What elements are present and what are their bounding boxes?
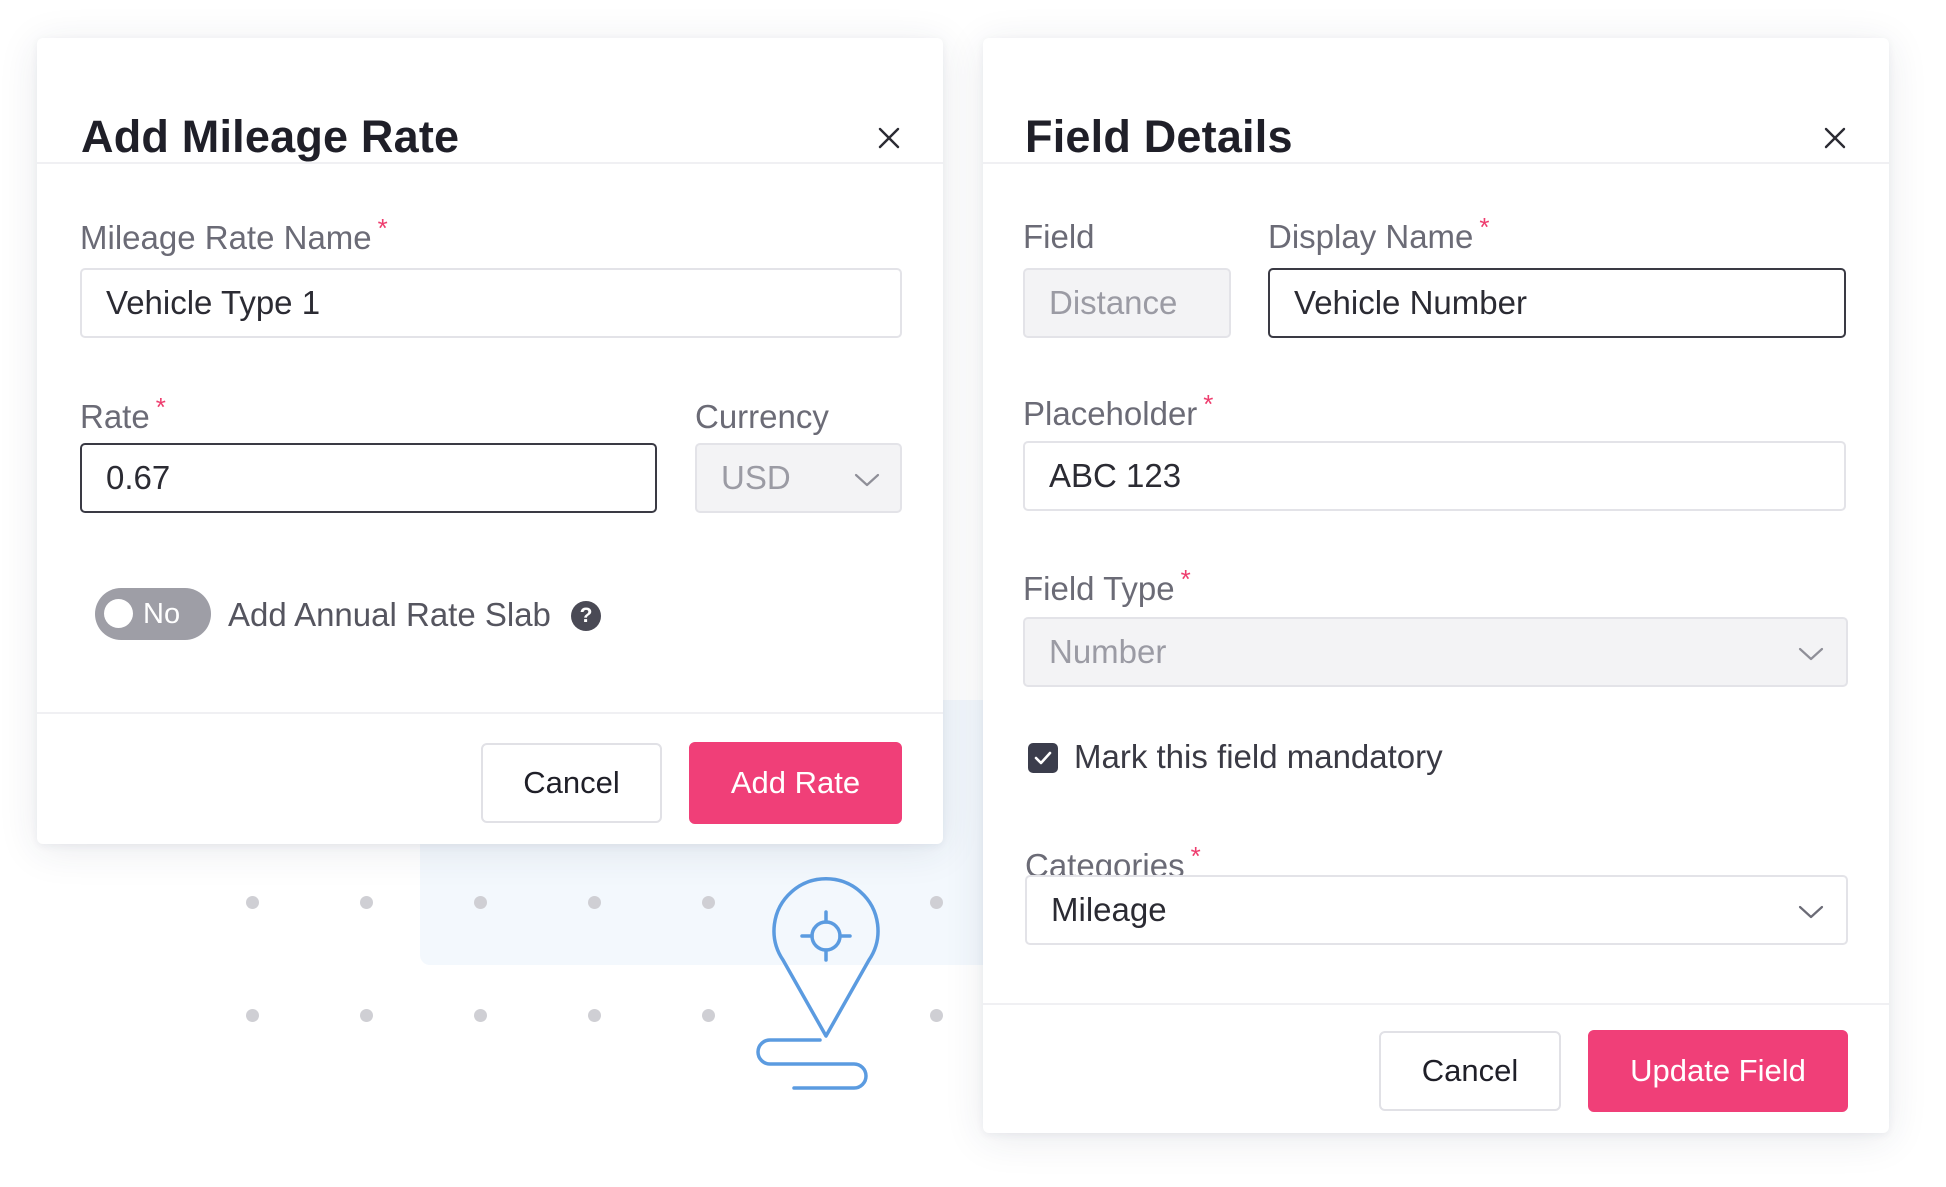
display-name-label: Display Name * xyxy=(1268,212,1490,255)
display-name-input[interactable]: Vehicle Number xyxy=(1268,268,1846,338)
field-details-dialog: Field Details Field Distance Display Nam… xyxy=(983,38,1889,1133)
placeholder-label: Placeholder * xyxy=(1023,389,1214,432)
close-button[interactable] xyxy=(1824,127,1846,149)
decor-dot xyxy=(702,896,715,909)
decor-dot xyxy=(474,1009,487,1022)
decor-dot xyxy=(360,896,373,909)
cancel-button[interactable]: Cancel xyxy=(481,743,662,823)
update-field-button[interactable]: Update Field xyxy=(1588,1030,1848,1112)
field-input: Distance xyxy=(1023,268,1231,338)
location-pin-icon xyxy=(756,877,880,1090)
decor-dot xyxy=(930,896,943,909)
close-icon xyxy=(1824,127,1846,149)
currency-select[interactable]: USD xyxy=(695,443,902,513)
decor-dot xyxy=(588,896,601,909)
annual-rate-slab-toggle[interactable]: No xyxy=(95,588,211,640)
field-type-select[interactable]: Number xyxy=(1023,617,1848,687)
close-button[interactable] xyxy=(878,127,900,149)
dialog-title: Field Details xyxy=(1025,111,1293,162)
currency-label: Currency xyxy=(695,398,829,435)
add-rate-button[interactable]: Add Rate xyxy=(689,742,902,824)
mileage-rate-name-input[interactable]: Vehicle Type 1 xyxy=(80,268,902,338)
decor-dot xyxy=(702,1009,715,1022)
rate-input[interactable]: 0.67 xyxy=(80,443,657,513)
field-label: Field xyxy=(1023,218,1095,255)
add-mileage-rate-dialog: Add Mileage Rate Mileage Rate Name * Vehi… xyxy=(37,38,943,844)
decor-dot xyxy=(246,896,259,909)
check-icon xyxy=(1034,751,1052,765)
decor-dot xyxy=(930,1009,943,1022)
decor-dot xyxy=(360,1009,373,1022)
chevron-down-icon xyxy=(1798,647,1824,661)
dialog-title: Add Mileage Rate xyxy=(81,111,460,162)
mandatory-checkbox[interactable] xyxy=(1028,743,1058,773)
decor-dot xyxy=(588,1009,601,1022)
field-type-label: Field Type * xyxy=(1023,564,1191,607)
decor-dot xyxy=(246,1009,259,1022)
toggle-state-text: No xyxy=(143,598,181,630)
required-marker: * xyxy=(1180,564,1191,594)
dialog-header: Add Mileage Rate xyxy=(37,38,943,164)
footer-divider xyxy=(37,712,943,714)
rate-label: Rate * xyxy=(80,392,166,435)
required-marker: * xyxy=(1190,841,1201,871)
help-icon[interactable]: ? xyxy=(571,601,601,631)
dialog-header: Field Details xyxy=(983,38,1889,164)
required-marker: * xyxy=(1479,212,1490,242)
close-icon xyxy=(878,127,900,149)
cancel-button[interactable]: Cancel xyxy=(1379,1031,1561,1111)
toggle-knob xyxy=(104,599,133,628)
footer-divider xyxy=(983,1003,1889,1005)
placeholder-input[interactable]: ABC 123 xyxy=(1023,441,1846,511)
required-marker: * xyxy=(1203,389,1214,419)
required-marker: * xyxy=(377,213,388,243)
mandatory-label[interactable]: Mark this field mandatory xyxy=(1074,738,1443,776)
annual-rate-slab-label: Add Annual Rate Slab xyxy=(228,596,551,633)
decor-dot xyxy=(474,896,487,909)
categories-select[interactable]: Mileage xyxy=(1025,875,1848,945)
chevron-down-icon xyxy=(1798,905,1824,919)
required-marker: * xyxy=(155,392,166,422)
chevron-down-icon xyxy=(854,473,880,487)
mileage-rate-name-label: Mileage Rate Name * xyxy=(80,213,388,256)
